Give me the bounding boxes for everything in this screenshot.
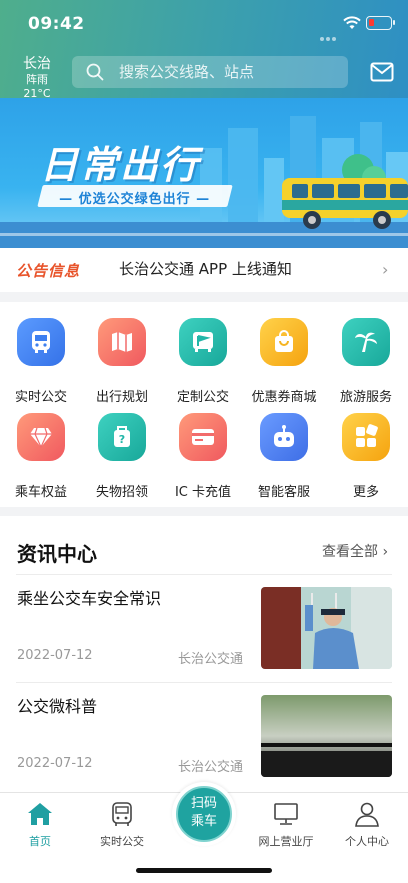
- weather-text: 阵雨 21°C: [23, 73, 51, 100]
- scan-label-1: 扫码: [190, 796, 217, 811]
- banner-subtitle: — 优选公交绿色出行 —: [37, 185, 233, 207]
- service-smart-support[interactable]: 智能客服: [244, 413, 324, 500]
- chevron-right-icon: ›: [382, 260, 389, 279]
- article-title: 公交微科普: [17, 697, 98, 716]
- scan-label-2: 乘车: [190, 814, 217, 829]
- service-grid: 实时公交 出行规划 定制公交 优惠券商城 旅游服务 乘车权益 ? 失物招领 IC…: [0, 302, 408, 507]
- article-date: 2022-07-12: [17, 756, 93, 771]
- news-section-title: 资讯中心: [17, 542, 97, 566]
- service-trip-planning[interactable]: 出行规划: [82, 318, 162, 405]
- status-time: 09:42: [28, 14, 85, 34]
- tab-online-hall[interactable]: 网上营业厅: [246, 801, 326, 851]
- palm-tree-icon: [342, 318, 390, 366]
- home-indicator: [136, 868, 272, 873]
- signal-dots-icon: [320, 26, 342, 41]
- service-label: 乘车权益: [14, 485, 67, 500]
- flag-bus-icon: [179, 318, 227, 366]
- search-icon: [86, 63, 104, 81]
- service-label: 失物招领: [95, 485, 148, 500]
- grid-icon: [342, 413, 390, 461]
- scan-ride-button[interactable]: 扫码 乘车: [172, 782, 236, 846]
- service-label: IC 卡充值: [174, 485, 232, 500]
- service-rider-benefits[interactable]: 乘车权益: [1, 413, 81, 500]
- service-lost-found[interactable]: ? 失物招领: [82, 413, 162, 500]
- service-travel[interactable]: 旅游服务: [326, 318, 406, 405]
- notice-text: 长治公交通 APP 上线通知: [119, 260, 292, 278]
- tab-home[interactable]: 首页: [0, 801, 80, 851]
- service-label: 旅游服务: [339, 390, 392, 405]
- service-label: 优惠券商城: [251, 390, 317, 405]
- svg-text:?: ?: [119, 433, 125, 446]
- search-input[interactable]: 搜索公交线路、站点: [72, 56, 348, 88]
- service-coupon-mall[interactable]: 优惠券商城: [244, 318, 324, 405]
- news-section: 资讯中心 查看全部 › 乘坐公交车安全常识 2022-07-12 长治公交通 公…: [0, 516, 408, 792]
- card-icon: [179, 413, 227, 461]
- article-date: 2022-07-12: [17, 648, 93, 663]
- battery-icon: [366, 16, 395, 30]
- view-all-link[interactable]: 查看全部 ›: [322, 541, 388, 561]
- user-icon: [355, 802, 379, 827]
- article-source: 长治公交通: [178, 760, 244, 775]
- tab-label: 个人中心: [345, 835, 389, 848]
- article-title: 乘坐公交车安全常识: [17, 589, 162, 608]
- tab-label: 网上营业厅: [258, 835, 314, 848]
- bus-icon: [112, 802, 132, 826]
- city-name: 长治: [23, 56, 51, 72]
- news-article[interactable]: 公交微科普 2022-07-12 长治公交通: [0, 683, 408, 791]
- wifi-icon: [343, 16, 361, 29]
- article-thumbnail: [261, 695, 392, 777]
- search-placeholder: 搜索公交线路、站点: [119, 63, 255, 81]
- promo-banner[interactable]: 日常出行 — 优选公交绿色出行 —: [0, 98, 408, 248]
- service-label: 出行规划: [95, 390, 148, 405]
- notice-bar[interactable]: 公告信息 长治公交通 APP 上线通知 ›: [0, 248, 408, 292]
- service-label: 定制公交: [176, 390, 229, 405]
- tab-profile[interactable]: 个人中心: [327, 801, 407, 851]
- map-icon: [98, 318, 146, 366]
- home-icon: [28, 803, 52, 825]
- service-label: 智能客服: [257, 485, 310, 500]
- chevron-right-icon: ›: [382, 544, 389, 560]
- notice-tag: 公告信息: [16, 262, 81, 280]
- scan-ride-inner: 扫码 乘车: [176, 786, 232, 842]
- banner-title: 日常出行: [40, 143, 201, 187]
- news-article[interactable]: 乘坐公交车安全常识 2022-07-12 长治公交通: [0, 575, 408, 683]
- city-weather[interactable]: 长治 阵雨 21°C: [12, 56, 62, 101]
- bus-icon: [17, 318, 65, 366]
- service-custom-bus[interactable]: 定制公交: [163, 318, 243, 405]
- app-header: 09:42 长治 阵雨 21°C 搜索公交线路、站点: [0, 0, 408, 101]
- service-realtime-bus[interactable]: 实时公交: [1, 318, 81, 405]
- service-label: 实时公交: [14, 390, 67, 405]
- robot-icon: [260, 413, 308, 461]
- luggage-icon: ?: [98, 413, 146, 461]
- tab-realtime-bus[interactable]: 实时公交: [82, 801, 162, 851]
- article-thumbnail: [261, 587, 392, 669]
- bus-illustration-icon: [278, 172, 408, 236]
- service-label: 更多: [352, 485, 379, 500]
- service-ic-recharge[interactable]: IC 卡充值: [163, 413, 243, 500]
- service-more[interactable]: 更多: [326, 413, 406, 500]
- tab-label: 首页: [29, 835, 51, 848]
- diamond-icon: [17, 413, 65, 461]
- mail-icon[interactable]: [370, 62, 394, 82]
- article-source: 长治公交通: [178, 652, 244, 667]
- monitor-icon: [274, 803, 298, 825]
- shopping-bag-icon: [260, 318, 308, 366]
- status-bar: 09:42: [0, 0, 408, 46]
- tab-label: 实时公交: [100, 835, 144, 848]
